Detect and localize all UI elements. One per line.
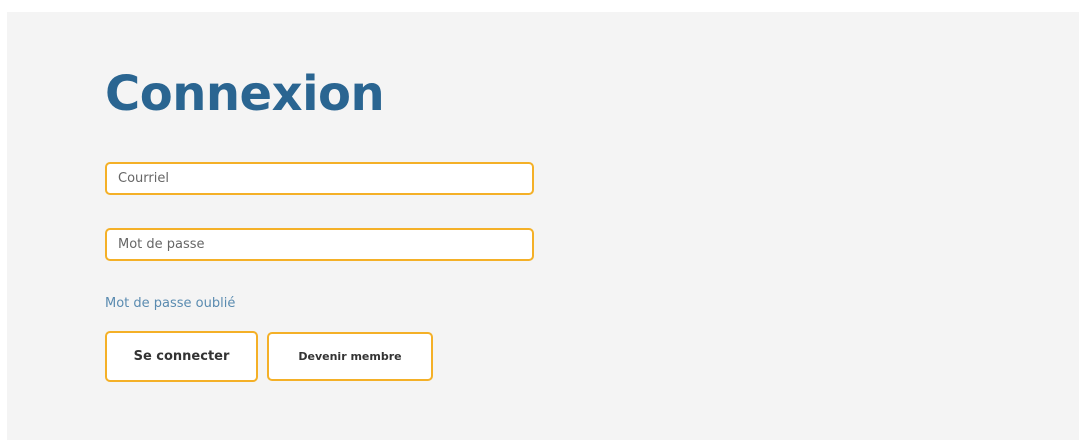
forgot-password-link[interactable]: Mot de passe oublié (105, 296, 235, 311)
email-field[interactable] (105, 162, 534, 195)
become-member-button[interactable]: Devenir membre (267, 332, 433, 381)
login-panel: Connexion Mot de passe oublié Se connect… (7, 12, 1079, 440)
login-button[interactable]: Se connecter (105, 331, 258, 382)
password-field[interactable] (105, 228, 534, 261)
page-title: Connexion (105, 66, 385, 122)
